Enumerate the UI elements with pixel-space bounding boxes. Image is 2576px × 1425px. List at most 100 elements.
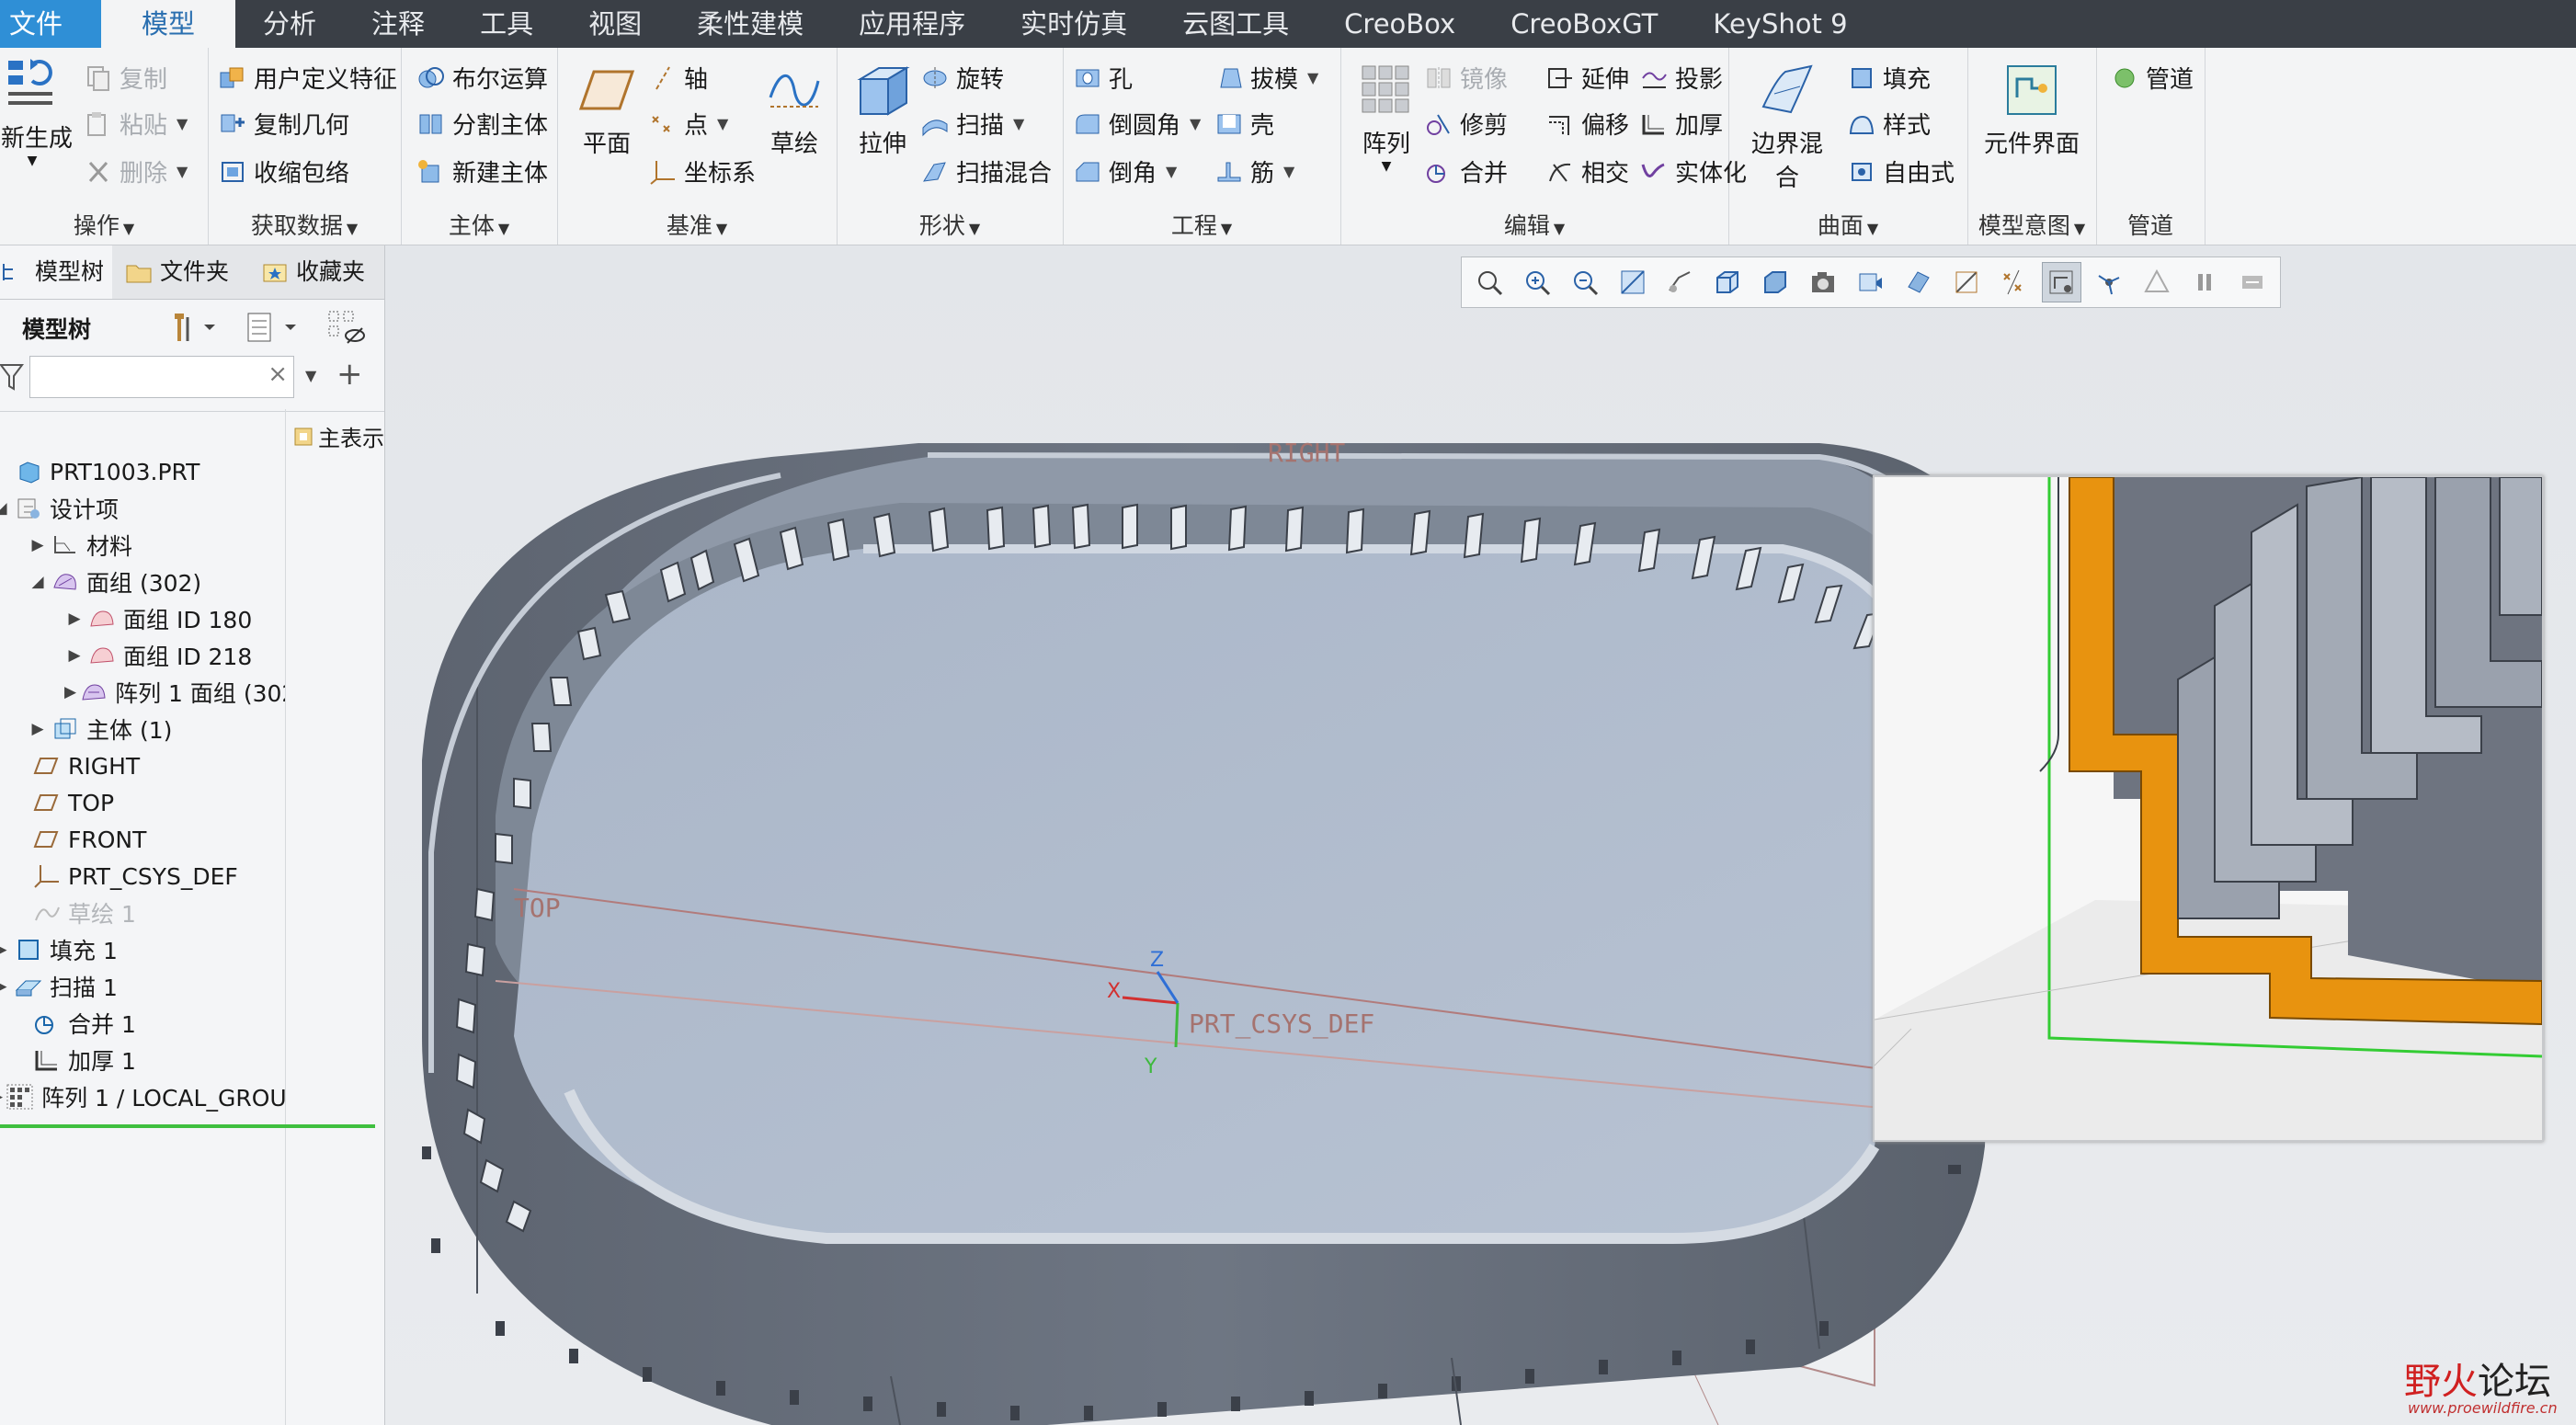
tree-item-fill[interactable]: ▶ 填充 1 <box>0 931 118 968</box>
group-label-operations[interactable]: 操作 ▼ <box>0 208 208 241</box>
fill-button[interactable]: 填充 <box>1848 61 1931 95</box>
extend-button[interactable]: 延伸 <box>1546 61 1629 95</box>
delete-button[interactable]: 删除 ▼ <box>85 154 188 188</box>
tree-item-csys[interactable]: PRT_CSYS_DEF <box>9 858 238 895</box>
paste-button[interactable]: 粘贴 ▼ <box>85 107 188 141</box>
search-input[interactable] <box>34 360 258 393</box>
point-button[interactable]: 点 ▼ <box>649 107 728 141</box>
tree-item-top-plane[interactable]: TOP <box>9 784 114 821</box>
pause-button[interactable] <box>2184 262 2225 302</box>
new-body-button[interactable]: 新建主体 <box>417 154 548 188</box>
hole-button[interactable]: 孔 <box>1074 61 1133 95</box>
menu-tab-tools[interactable]: 工具 <box>452 0 561 48</box>
offset-button[interactable]: 偏移 <box>1546 107 1629 141</box>
group-label-surfaces[interactable]: 曲面 ▼ <box>1728 208 1967 241</box>
menu-tab-file[interactable]: 文件 <box>0 0 102 48</box>
regenerate-button[interactable]: 重新生成 ▼ <box>0 55 83 168</box>
repaint-button[interactable] <box>1613 262 1653 302</box>
chamfer-button[interactable]: 倒角 ▼ <box>1074 154 1177 188</box>
tree-item-part[interactable]: PRT1003.PRT <box>0 453 199 490</box>
draft-button[interactable]: 拔模 ▼ <box>1215 61 1318 95</box>
tree-item-thicken[interactable]: 加厚 1 <box>9 1042 136 1078</box>
shrinkwrap-button[interactable]: 收缩包络 <box>219 154 349 188</box>
thicken-button[interactable]: 加厚 <box>1640 107 1723 141</box>
copy-button[interactable]: 复制 <box>85 61 167 95</box>
refit-button[interactable] <box>1469 262 1510 302</box>
revolve-button[interactable]: 旋转 <box>921 61 1004 95</box>
tree-columns-button[interactable] <box>243 308 307 347</box>
tree-item-body[interactable]: ▶ 主体 (1) <box>28 711 172 747</box>
csys-display-button[interactable] <box>2089 262 2129 302</box>
group-label-editing[interactable]: 编辑 ▼ <box>1340 208 1728 241</box>
show-hide-button[interactable] <box>325 306 370 347</box>
tree-item-design-items[interactable]: ◢ 设计项 <box>0 490 119 527</box>
sketch-button[interactable]: 草绘 <box>758 61 831 159</box>
zoom-out-button[interactable] <box>1565 262 1605 302</box>
menu-tab-model[interactable]: 模型 <box>101 0 236 48</box>
add-filter-icon[interactable]: + <box>336 356 363 393</box>
view-manager-button[interactable] <box>1851 262 1891 302</box>
group-label-engineering[interactable]: 工程 ▼ <box>1063 208 1340 241</box>
udf-button[interactable]: 用户定义特征 <box>219 61 397 95</box>
group-label-model-intent[interactable]: 模型意图 ▼ <box>1967 208 2096 241</box>
boundary-blend-button[interactable]: 边界混合 <box>1741 61 1833 193</box>
point-display-button[interactable] <box>2137 262 2177 302</box>
menu-tab-annotate[interactable]: 注释 <box>344 0 452 48</box>
tree-item-quilt-180[interactable]: ▶ 面组 ID 180 <box>64 600 252 637</box>
csys-button[interactable]: 坐标系 <box>649 154 756 188</box>
insert-indicator[interactable] <box>0 1124 375 1128</box>
zoom-in-button[interactable] <box>1517 262 1557 302</box>
merge-button[interactable]: 合并 <box>1425 154 1508 188</box>
copy-geometry-button[interactable]: 复制几何 <box>219 107 349 141</box>
tree-item-front-plane[interactable]: FRONT <box>9 821 146 858</box>
display-style-button[interactable] <box>1755 262 1795 302</box>
tree-item-sweep[interactable]: ▶ 扫描 1 <box>0 968 118 1005</box>
freestyle-button[interactable]: 自由式 <box>1848 154 1955 188</box>
tab-model-tree[interactable]: 模型树 <box>0 245 112 299</box>
round-button[interactable]: 倒圆角 ▼ <box>1074 107 1201 141</box>
section-button[interactable] <box>1898 262 1939 302</box>
pipe-button[interactable]: 管道 <box>2111 61 2194 95</box>
tab-favorites[interactable]: 收藏夹 <box>261 245 384 299</box>
annotation-display-button[interactable] <box>1994 262 2035 302</box>
tree-settings-button[interactable] <box>167 308 222 347</box>
menu-tab-creobox[interactable]: CreoBox <box>1316 0 1483 48</box>
camera-button[interactable] <box>1803 262 1843 302</box>
intersect-button[interactable]: 相交 <box>1546 154 1629 188</box>
shell-button[interactable]: 壳 <box>1215 107 1274 141</box>
filter-icon[interactable] <box>0 361 24 393</box>
clear-search-icon[interactable]: × <box>268 360 288 388</box>
sweep-button[interactable]: 扫描 ▼ <box>921 107 1024 141</box>
plane-button[interactable]: 平面 <box>570 61 644 159</box>
split-body-button[interactable]: 分割主体 <box>417 107 548 141</box>
project-button[interactable]: 投影 <box>1640 61 1723 95</box>
more-button[interactable] <box>2232 262 2273 302</box>
trim-button[interactable]: 修剪 <box>1425 107 1508 141</box>
column-header-representation[interactable]: 主表示 <box>292 420 384 452</box>
mirror-button[interactable]: 镜像 <box>1425 61 1508 95</box>
tab-folder-browser[interactable]: 文件夹 <box>125 245 237 299</box>
tree-item-quilt-group[interactable]: ◢ 面组 (302) <box>28 564 201 600</box>
tree-item-material[interactable]: ▶ 材料 <box>28 527 132 564</box>
spin-center-button[interactable] <box>2041 262 2082 302</box>
style-button[interactable]: 样式 <box>1848 107 1931 141</box>
group-label-datum[interactable]: 基准 ▼ <box>557 208 837 241</box>
group-label-shape[interactable]: 形状 ▼ <box>837 208 1063 241</box>
menu-tab-keyshot[interactable]: KeyShot 9 <box>1685 0 1875 48</box>
tree-item-right-plane[interactable]: RIGHT <box>9 747 140 784</box>
menu-tab-creoboxgt[interactable]: CreoBoxGT <box>1483 0 1685 48</box>
pattern-button[interactable]: 阵列 ▼ <box>1350 61 1423 174</box>
menu-tab-flexible[interactable]: 柔性建模 <box>669 0 831 48</box>
tree-item-pattern[interactable]: ▶阵列 1 / LOCAL_GROUP <box>0 1078 285 1115</box>
group-label-body[interactable]: 主体 ▼ <box>401 208 557 241</box>
tree-item-pattern-quilt[interactable]: ▶阵列 1 面组 (302) <box>64 674 285 711</box>
datum-display-button[interactable] <box>1946 262 1987 302</box>
tree-item-sketch[interactable]: 草绘 1 <box>9 895 136 931</box>
search-dropdown-icon[interactable]: ▼ <box>305 367 316 384</box>
menu-tab-applications[interactable]: 应用程序 <box>831 0 993 48</box>
swept-blend-button[interactable]: 扫描混合 <box>921 154 1052 188</box>
group-label-get-data[interactable]: 获取数据 ▼ <box>208 208 401 241</box>
menu-tab-live-sim[interactable]: 实时仿真 <box>993 0 1155 48</box>
menu-tab-view[interactable]: 视图 <box>561 0 669 48</box>
menu-tab-analysis[interactable]: 分析 <box>235 0 344 48</box>
